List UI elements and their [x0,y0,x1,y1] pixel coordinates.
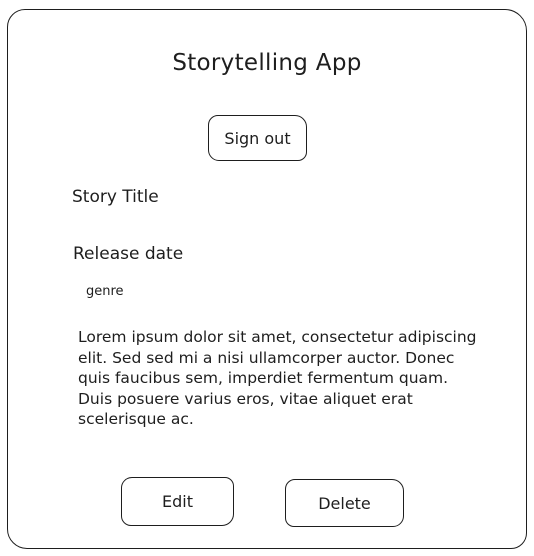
genre-label: genre [86,284,124,299]
edit-button-label: Edit [162,492,193,511]
story-description: Lorem ipsum dolor sit amet, consectetur … [78,328,477,428]
sign-out-button[interactable]: Sign out [208,115,307,161]
sign-out-button-label: Sign out [224,128,291,148]
delete-button-label: Delete [318,493,371,513]
edit-button[interactable]: Edit [121,477,234,526]
release-date: Release date [73,244,184,264]
app-window [7,9,527,549]
page-title: Storytelling App [172,50,362,76]
story-title: Story Title [72,187,159,207]
delete-button[interactable]: Delete [285,479,404,527]
